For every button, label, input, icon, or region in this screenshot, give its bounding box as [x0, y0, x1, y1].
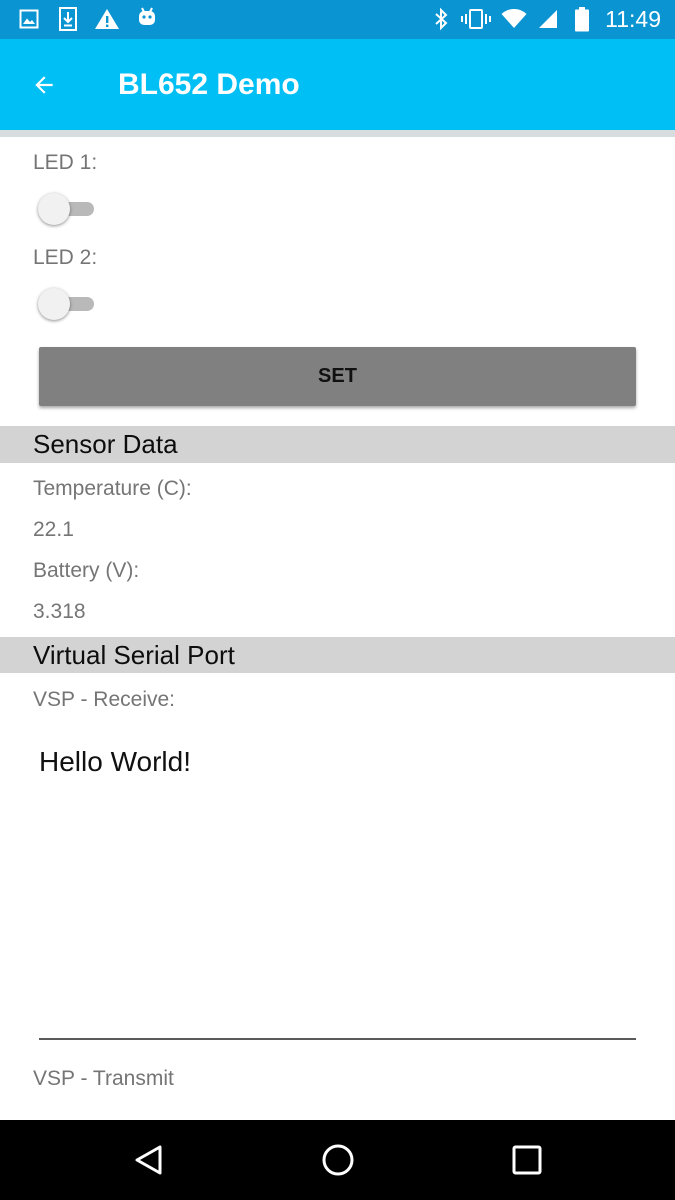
image-icon — [19, 9, 39, 29]
temperature-value: 22.1 — [33, 518, 74, 541]
battery-value: 3.318 — [33, 600, 86, 623]
led1-label: LED 1: — [33, 151, 98, 174]
virtual-serial-port-title: Virtual Serial Port — [33, 640, 235, 670]
arrow-back-icon[interactable] — [31, 72, 57, 98]
page-title: BL652 Demo — [118, 68, 300, 101]
battery-icon — [575, 7, 589, 32]
temperature-label: Temperature (C): — [33, 477, 192, 500]
vsp-receive-editor[interactable]: Hello World! — [39, 728, 636, 1040]
led2-label: LED 2: — [33, 246, 98, 269]
led1-toggle[interactable] — [36, 192, 98, 228]
vibrate-icon — [461, 8, 491, 30]
toggle-thumb — [38, 288, 70, 320]
cellular-signal-icon — [538, 9, 558, 29]
warning-icon — [94, 8, 120, 30]
vsp-transmit-label: VSP - Transmit — [33, 1067, 174, 1090]
nav-home-icon[interactable] — [321, 1143, 355, 1177]
status-bar: 11:49 — [0, 0, 675, 39]
sensor-data-header: Sensor Data — [0, 426, 675, 463]
sensor-data-title: Sensor Data — [33, 429, 178, 459]
navigation-bar — [0, 1120, 675, 1200]
nav-recents-icon[interactable] — [512, 1145, 542, 1175]
download-icon — [59, 7, 77, 31]
bluetooth-icon — [433, 7, 449, 31]
vsp-receive-label: VSP - Receive: — [33, 688, 176, 711]
wifi-icon — [501, 9, 527, 29]
app-bar: BL652 Demo — [0, 39, 675, 130]
toggle-thumb — [38, 193, 70, 225]
led2-toggle[interactable] — [36, 287, 98, 323]
status-time: 11:49 — [605, 6, 661, 32]
android-icon — [136, 6, 158, 28]
battery-label: Battery (V): — [33, 559, 140, 582]
app-bar-divider — [0, 130, 675, 137]
vsp-receive-text: Hello World! — [39, 746, 191, 777]
app-screen: 11:49 BL652 Demo LED 1: LED 2: SET Senso… — [0, 0, 675, 1200]
nav-back-icon[interactable] — [133, 1144, 163, 1176]
virtual-serial-port-header: Virtual Serial Port — [0, 637, 675, 673]
set-button[interactable]: SET — [39, 347, 636, 406]
